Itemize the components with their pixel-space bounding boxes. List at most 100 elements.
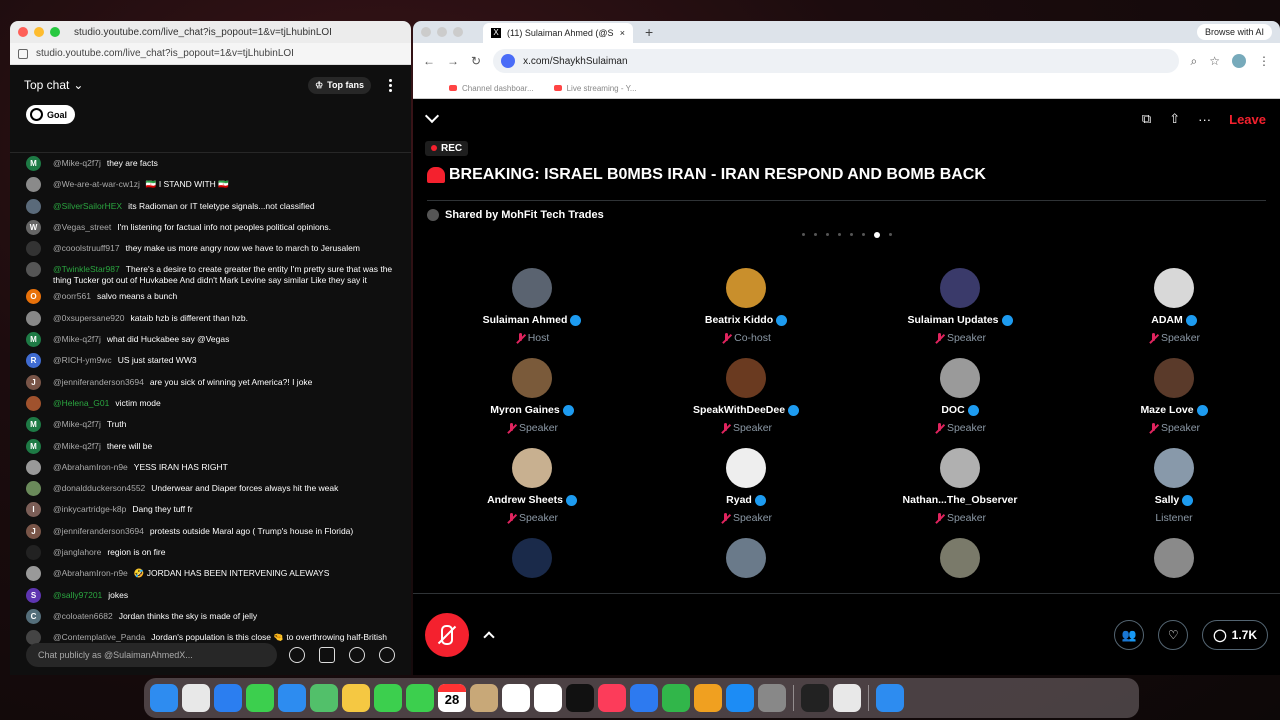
participant-card[interactable]: Sulaiman Ahmed Host — [425, 268, 639, 348]
participant-card[interactable]: Andrew Sheets Speaker — [425, 448, 639, 528]
participant-card[interactable]: Beatrix Kiddo Co-host — [639, 268, 853, 348]
avatar[interactable]: M — [26, 438, 41, 454]
participant-card[interactable]: SpeakWithDeeDee Speaker — [639, 358, 853, 438]
bookmark-item[interactable]: Channel dashboar... — [449, 84, 534, 93]
avatar[interactable]: J — [26, 523, 41, 539]
author-name[interactable]: @Mike-q2f7j — [53, 158, 101, 168]
avatar[interactable] — [26, 545, 41, 561]
chat-message[interactable]: S @sally97201 jokes — [10, 585, 411, 606]
author-name[interactable]: @AbrahamIron-n9e — [53, 462, 128, 472]
chat-message[interactable]: @We-are-at-war-cw1zj 🇮🇷 I STAND WITH 🇮🇷 — [10, 174, 411, 195]
participant-avatar[interactable] — [940, 358, 980, 398]
close-tab-icon[interactable]: × — [620, 28, 625, 38]
avatar[interactable]: C — [26, 608, 41, 624]
author-name[interactable]: @0xsupersane920 — [53, 313, 124, 323]
avatar[interactable]: I — [26, 502, 41, 518]
participant-card[interactable]: Ryad Speaker — [639, 448, 853, 528]
app-store-icon[interactable] — [726, 684, 754, 712]
people-icon[interactable]: 👥 — [1114, 619, 1145, 650]
avatar[interactable]: R — [26, 353, 41, 369]
top-chat-dropdown[interactable]: Top chat ⌄ — [24, 78, 83, 92]
avatar[interactable] — [26, 262, 41, 278]
avatar[interactable]: S — [26, 587, 41, 603]
expand-up-icon[interactable] — [483, 630, 495, 643]
chat-input[interactable]: Chat publicly as @SulaimanAhmedX... — [26, 643, 277, 667]
participant-card[interactable]: Myron Gaines Speaker — [425, 358, 639, 438]
facetime-icon[interactable] — [374, 684, 402, 712]
participant-card[interactable]: DOC Speaker — [853, 358, 1067, 438]
author-name[interactable]: @TwinkleStar987 — [53, 264, 120, 274]
music-icon[interactable] — [598, 684, 626, 712]
chat-message[interactable]: @TwinkleStar987 There's a desire to creat… — [10, 259, 411, 286]
avatar[interactable]: W — [26, 219, 41, 235]
author-name[interactable]: @janglahore — [53, 547, 101, 557]
zoom-icon[interactable]: ⌕ — [1191, 54, 1198, 69]
chat-message[interactable]: R @RICH-ym9wc US just started WW3 — [10, 350, 411, 371]
participant-avatar[interactable] — [726, 448, 766, 488]
heart-icon[interactable] — [379, 647, 395, 663]
reminders-icon[interactable] — [502, 684, 530, 712]
avatar[interactable] — [26, 395, 41, 411]
chat-message[interactable]: @janglahore region is on fire — [10, 542, 411, 563]
chat-message[interactable]: I @inkycartridge-k8p Dang they tuff fr — [10, 499, 411, 520]
add-icon[interactable] — [349, 647, 365, 663]
address-input[interactable]: x.com/ShaykhSulaiman — [493, 49, 1179, 73]
author-name[interactable]: @RICH-ym9wc — [53, 355, 112, 365]
participant-avatar[interactable] — [940, 538, 980, 578]
author-name[interactable]: @jenniferanderson3694 — [53, 526, 144, 536]
zoom-window-button[interactable] — [453, 27, 463, 37]
chat-message[interactable]: M @Mike-q2f7j what did Huckabee say @Vegas — [10, 329, 411, 350]
phone-icon[interactable] — [406, 684, 434, 712]
participant-avatar[interactable] — [512, 268, 552, 308]
calendar-icon[interactable]: 28 — [438, 684, 466, 712]
author-name[interactable]: @AbrahamIron-n9e — [53, 568, 128, 578]
chat-message[interactable]: M @Mike-q2f7j Truth — [10, 414, 411, 435]
leave-button[interactable]: Leave — [1229, 112, 1266, 127]
tv-icon[interactable] — [566, 684, 594, 712]
participant-avatar[interactable] — [726, 268, 766, 308]
participant-card[interactable]: Sulaiman Updates Speaker — [853, 268, 1067, 348]
avatar[interactable] — [26, 459, 41, 475]
avatar[interactable]: M — [26, 332, 41, 348]
participant-avatar[interactable] — [512, 538, 552, 578]
goal-button[interactable]: Goal — [26, 105, 76, 124]
activity-monitor-icon[interactable] — [801, 684, 829, 712]
chat-message[interactable]: M @Mike-q2f7j they are facts — [10, 153, 411, 174]
author-name[interactable]: @We-are-at-war-cw1zj — [53, 179, 140, 189]
participant-avatar[interactable] — [512, 358, 552, 398]
chat-message[interactable]: O @oorr561 salvo means a bunch — [10, 286, 411, 307]
keynote-icon[interactable] — [630, 684, 658, 712]
chat-message-list[interactable]: M @Mike-q2f7j they are facts @We-are-at-war… — [10, 152, 411, 657]
menu-icon[interactable]: ⋮ — [1258, 54, 1270, 68]
participant-avatar[interactable] — [1154, 448, 1194, 488]
more-options-icon[interactable] — [383, 78, 397, 92]
settings-icon[interactable] — [758, 684, 786, 712]
new-tab-button[interactable]: + — [645, 24, 653, 40]
participant-avatar[interactable] — [940, 448, 980, 488]
chat-message[interactable]: C @coloaten6682 Jordan thinks the sky is m… — [10, 606, 411, 627]
participant-avatar[interactable] — [726, 358, 766, 398]
avatar[interactable]: M — [26, 156, 41, 171]
maps-icon[interactable] — [310, 684, 338, 712]
profile-icon[interactable] — [1232, 54, 1246, 68]
emoji-icon[interactable] — [289, 647, 305, 663]
url-bar[interactable]: studio.youtube.com/live_chat?is_popout=1… — [10, 43, 411, 65]
back-icon[interactable]: ← — [423, 54, 435, 68]
site-info-icon[interactable] — [501, 54, 516, 68]
other-icon[interactable] — [876, 684, 904, 712]
photos-icon[interactable] — [342, 684, 370, 712]
chrome-icon[interactable] — [833, 684, 861, 712]
avatar[interactable]: J — [26, 374, 41, 390]
chat-message[interactable]: W @Vegas_street I'm listening for factual … — [10, 217, 411, 238]
replies-button[interactable]: ◯ 1.7K — [1202, 619, 1268, 650]
chat-message[interactable]: @AbrahamIron-n9e 🤣 JORDAN HAS BEEN INTERV… — [10, 563, 411, 584]
author-name[interactable]: @jenniferanderson3694 — [53, 377, 144, 387]
dock-space-icon[interactable]: ⧉ — [1142, 111, 1151, 127]
top-fans-button[interactable]: ♔ Top fans — [308, 76, 371, 94]
author-name[interactable]: @Helena_G01 — [53, 398, 109, 408]
participant-avatar[interactable] — [726, 538, 766, 578]
close-window-button[interactable] — [421, 27, 431, 37]
collapse-chevron-icon[interactable] — [424, 108, 440, 124]
browse-with-ai-button[interactable]: Browse with AI — [1196, 24, 1272, 40]
author-name[interactable]: @donaldduckerson4552 — [53, 483, 145, 493]
